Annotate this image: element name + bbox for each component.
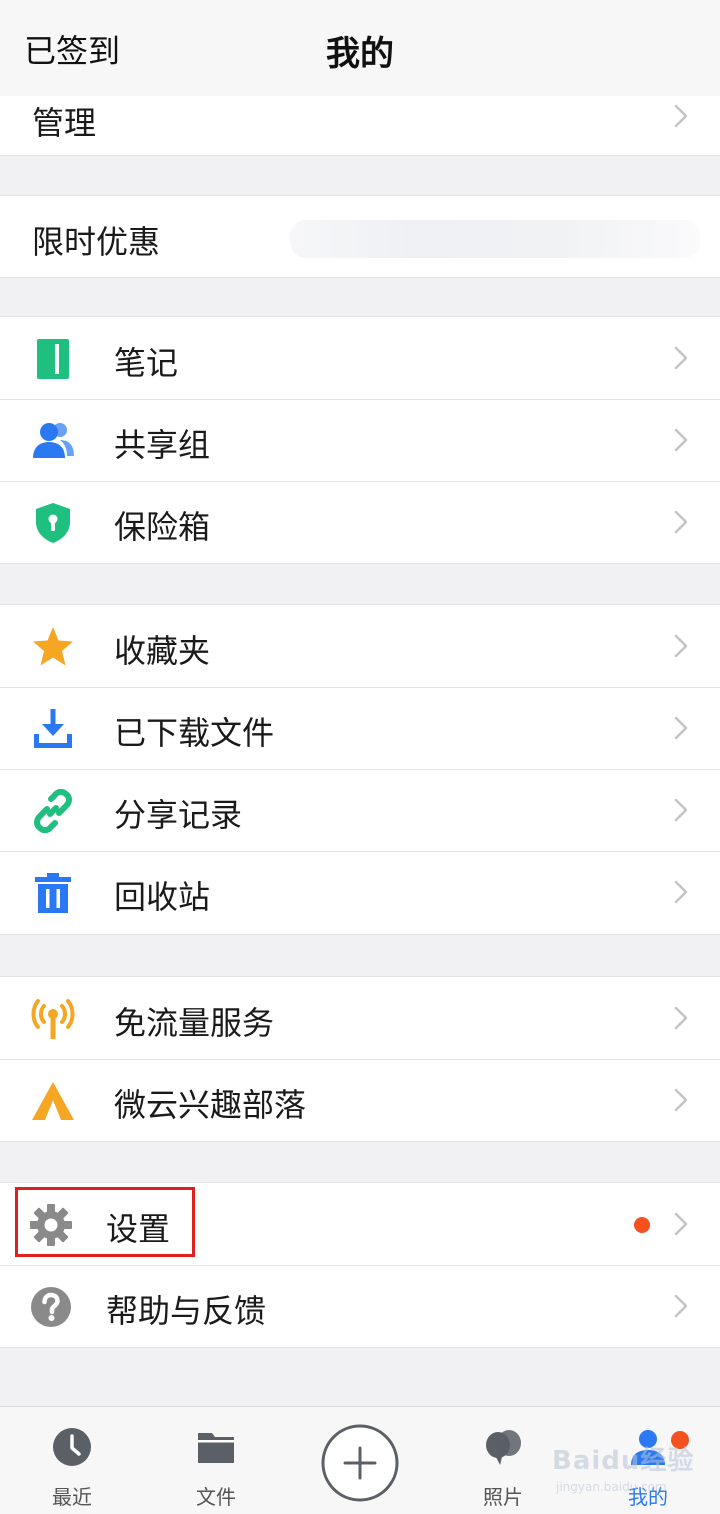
chevron-right-icon	[674, 428, 688, 452]
services-section: 免流量服务 微云兴趣部落	[0, 976, 720, 1142]
list-item-label: 收藏夹	[114, 632, 211, 670]
watermark-subtext: jingyan.baidu.com	[556, 1480, 667, 1494]
photos-icon	[483, 1427, 523, 1467]
list-item-help-feedback[interactable]: 帮助与反馈	[0, 1265, 720, 1347]
link-icon	[30, 788, 76, 834]
manage-section: 管理	[0, 96, 720, 156]
tent-icon	[30, 1078, 76, 1124]
tab-photos[interactable]: 照片	[443, 1407, 563, 1514]
list-item-interest-tribe[interactable]: 微云兴趣部落	[0, 1059, 720, 1141]
note-icon	[30, 336, 76, 382]
list-item-label: 共享组	[114, 426, 211, 464]
promo-banner-blurred	[290, 220, 700, 258]
download-icon	[30, 706, 76, 752]
chevron-right-icon	[674, 104, 688, 128]
shield-lock-icon	[30, 500, 76, 546]
tab-recent[interactable]: 最近	[12, 1407, 132, 1514]
manage-row[interactable]: 管理	[0, 96, 720, 156]
chevron-right-icon	[674, 346, 688, 370]
watermark-text: Baidu经验	[552, 1446, 695, 1476]
trash-icon	[30, 870, 76, 916]
tab-label: 文件	[196, 1485, 236, 1509]
chevron-right-icon	[674, 1212, 688, 1236]
signal-tower-icon	[30, 996, 76, 1042]
list-item-label: 分享记录	[114, 796, 243, 834]
list-item-downloaded[interactable]: 已下载文件	[0, 687, 720, 769]
help-icon	[28, 1284, 74, 1330]
star-icon	[30, 624, 76, 670]
tab-label: 照片	[483, 1485, 523, 1509]
chevron-right-icon	[674, 880, 688, 904]
promo-section: 限时优惠	[0, 195, 720, 278]
settings-highlight-box	[15, 1187, 195, 1257]
group-icon	[30, 418, 76, 464]
promo-row[interactable]: 限时优惠	[0, 196, 720, 278]
chevron-right-icon	[674, 716, 688, 740]
chevron-right-icon	[674, 798, 688, 822]
list-item-label: 回收站	[114, 878, 211, 916]
list-item-share-group[interactable]: 共享组	[0, 399, 720, 481]
add-icon	[321, 1424, 399, 1502]
watermark: Baidu经验 jingyan.baidu.com	[552, 1436, 712, 1506]
list-item-share-history[interactable]: 分享记录	[0, 769, 720, 851]
clock-icon	[52, 1427, 92, 1467]
chevron-right-icon	[674, 510, 688, 534]
list-item-label: 保险箱	[114, 508, 211, 546]
list-item-label: 微云兴趣部落	[114, 1086, 307, 1124]
list-item-label: 帮助与反馈	[106, 1292, 267, 1330]
chevron-right-icon	[674, 1006, 688, 1030]
chevron-right-icon	[674, 634, 688, 658]
list-item-recycle-bin[interactable]: 回收站	[0, 851, 720, 933]
files-section: 收藏夹 已下载文件 分享记录 回收站	[0, 604, 720, 935]
list-item-favorites[interactable]: 收藏夹	[0, 605, 720, 687]
list-item-label: 笔记	[114, 344, 179, 382]
add-button[interactable]	[320, 1423, 400, 1503]
list-item-safe-box[interactable]: 保险箱	[0, 481, 720, 563]
list-item-label: 已下载文件	[114, 714, 275, 752]
navigation-bar: 已签到 我的	[0, 0, 720, 96]
tools-section: 笔记 共享组 保险箱	[0, 316, 720, 564]
list-item-notes[interactable]: 笔记	[0, 317, 720, 399]
chevron-right-icon	[674, 1088, 688, 1112]
chevron-right-icon	[674, 1294, 688, 1318]
promo-label: 限时优惠	[32, 223, 161, 261]
manage-label: 管理	[32, 104, 97, 142]
list-item-free-data[interactable]: 免流量服务	[0, 977, 720, 1059]
folder-icon	[196, 1427, 236, 1467]
new-badge-dot	[634, 1217, 650, 1233]
tab-files[interactable]: 文件	[156, 1407, 276, 1514]
tab-label: 最近	[52, 1485, 92, 1509]
list-item-label: 免流量服务	[114, 1004, 275, 1042]
page-title: 我的	[326, 34, 394, 74]
